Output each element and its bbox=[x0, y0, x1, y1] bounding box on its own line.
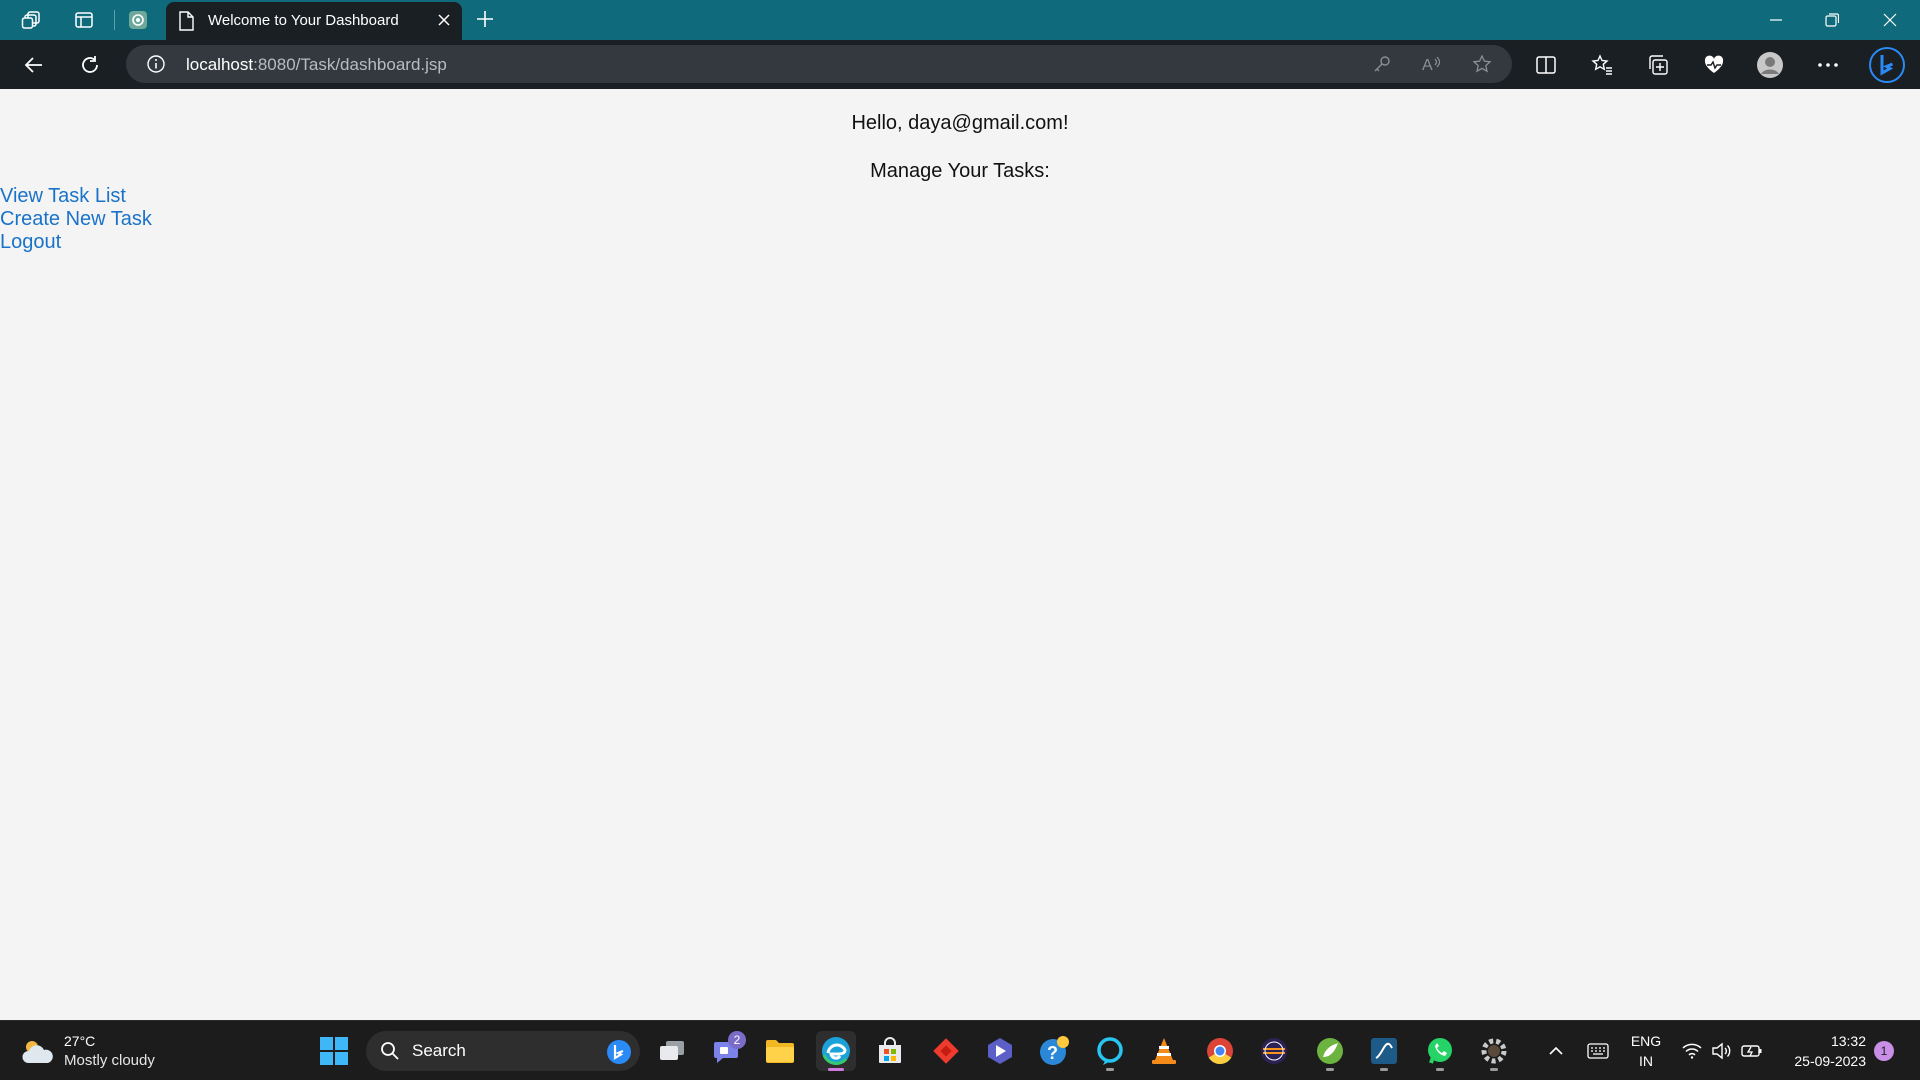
create-new-task-link[interactable]: Create New Task bbox=[0, 208, 152, 231]
mysql-workbench-icon[interactable] bbox=[1364, 1031, 1404, 1071]
get-help-icon[interactable]: ? bbox=[1034, 1031, 1074, 1071]
new-tab-icon[interactable] bbox=[474, 8, 496, 35]
split-screen-icon[interactable] bbox=[1532, 51, 1560, 79]
logout-link[interactable]: Logout bbox=[0, 231, 152, 254]
back-icon[interactable] bbox=[20, 51, 48, 79]
volume-icon[interactable] bbox=[1710, 1039, 1734, 1063]
vlc-icon[interactable] bbox=[1144, 1031, 1184, 1071]
password-key-icon[interactable] bbox=[1371, 53, 1393, 75]
url-host: localhost bbox=[186, 55, 254, 74]
language-code: ENG bbox=[1630, 1033, 1662, 1049]
dashboard-page: Hello, daya@gmail.com! Manage Your Tasks… bbox=[0, 89, 1920, 1020]
clock-date: 25-09-2023 bbox=[1794, 1053, 1866, 1069]
alexa-icon[interactable] bbox=[1090, 1031, 1130, 1071]
touch-keyboard-icon[interactable] bbox=[1586, 1039, 1610, 1063]
running-app-indicator bbox=[1380, 1068, 1388, 1071]
bing-icon bbox=[606, 1039, 632, 1070]
profile-avatar[interactable] bbox=[1756, 51, 1784, 79]
teams-badge: 2 bbox=[728, 1031, 746, 1049]
weather-temperature: 27°C bbox=[64, 1033, 96, 1049]
task-links: View Task List Create New Task Logout bbox=[0, 185, 152, 254]
notification-badge[interactable]: 1 bbox=[1874, 1041, 1894, 1061]
weather-condition: Mostly cloudy bbox=[64, 1052, 155, 1069]
read-aloud-icon[interactable]: A bbox=[1421, 53, 1443, 75]
minimize-icon[interactable] bbox=[1764, 8, 1788, 32]
clock-time: 13:32 bbox=[1830, 1033, 1866, 1049]
workspaces-icon[interactable] bbox=[20, 8, 44, 32]
browser-toolbar: localhost:8080/Task/dashboard.jsp A bbox=[0, 40, 1920, 89]
tab-title: Welcome to Your Dashboard bbox=[208, 12, 399, 29]
refresh-icon[interactable] bbox=[76, 51, 104, 79]
url-text[interactable]: localhost:8080/Task/dashboard.jsp bbox=[186, 55, 447, 75]
power-automate-icon[interactable] bbox=[980, 1031, 1020, 1071]
chatgpt-tab-icon[interactable] bbox=[126, 8, 150, 32]
tab-actions-icon[interactable] bbox=[72, 8, 96, 32]
running-app-indicator bbox=[1326, 1068, 1334, 1071]
page-icon bbox=[178, 11, 194, 36]
task-view-icon[interactable] bbox=[652, 1031, 692, 1071]
url-path: :8080/Task/dashboard.jsp bbox=[253, 55, 447, 74]
running-app-indicator bbox=[1436, 1068, 1444, 1071]
favorites-icon[interactable] bbox=[1588, 51, 1616, 79]
settings-gear-icon[interactable] bbox=[1474, 1031, 1514, 1071]
input-language[interactable]: ENG IN bbox=[1628, 1031, 1664, 1071]
show-hidden-icons-chevron-icon[interactable] bbox=[1544, 1039, 1568, 1063]
running-app-indicator bbox=[1106, 1068, 1114, 1071]
running-app-indicator bbox=[1490, 1068, 1498, 1071]
search-icon bbox=[380, 1041, 400, 1066]
tab-divider bbox=[114, 10, 115, 30]
view-task-list-link[interactable]: View Task List bbox=[0, 185, 152, 208]
copilot-bing-icon[interactable] bbox=[1868, 46, 1906, 84]
manage-heading: Manage Your Tasks: bbox=[870, 160, 1050, 182]
address-bar[interactable]: localhost:8080/Task/dashboard.jsp A bbox=[126, 45, 1512, 83]
collections-icon[interactable] bbox=[1644, 51, 1672, 79]
close-tab-icon[interactable] bbox=[436, 12, 452, 33]
taskbar-search[interactable]: Search bbox=[366, 1031, 640, 1071]
search-label: Search bbox=[412, 1041, 466, 1060]
system-clock[interactable]: 13:32 25-09-2023 bbox=[1776, 1031, 1866, 1071]
greeting-text: Hello, daya@gmail.com! bbox=[851, 112, 1069, 134]
windows-taskbar: 27°C Mostly cloudy Search 2 ? ENG IN 13:… bbox=[0, 1020, 1920, 1080]
active-app-indicator bbox=[828, 1068, 844, 1071]
wifi-icon[interactable] bbox=[1680, 1039, 1704, 1063]
spring-tool-suite-icon[interactable] bbox=[1310, 1031, 1350, 1071]
site-info-icon[interactable] bbox=[146, 54, 166, 79]
browser-essentials-icon[interactable] bbox=[1700, 51, 1728, 79]
teams-chat-icon[interactable]: 2 bbox=[706, 1031, 746, 1071]
file-explorer-icon[interactable] bbox=[760, 1031, 800, 1071]
edge-browser-icon[interactable] bbox=[816, 1031, 856, 1071]
eclipse-icon[interactable] bbox=[1254, 1031, 1294, 1071]
whatsapp-icon[interactable] bbox=[1420, 1031, 1460, 1071]
restore-icon[interactable] bbox=[1820, 8, 1844, 32]
favorite-star-icon[interactable] bbox=[1471, 53, 1493, 75]
close-window-icon[interactable] bbox=[1878, 8, 1902, 32]
browser-tab-strip: Welcome to Your Dashboard bbox=[0, 0, 1920, 40]
language-region: IN bbox=[1639, 1053, 1653, 1069]
start-button[interactable] bbox=[314, 1031, 354, 1071]
svg-text:?: ? bbox=[1047, 1043, 1058, 1063]
chrome-icon[interactable] bbox=[1200, 1031, 1240, 1071]
more-options-icon[interactable] bbox=[1814, 51, 1842, 79]
battery-icon[interactable] bbox=[1740, 1039, 1764, 1063]
weather-widget[interactable]: 27°C Mostly cloudy bbox=[20, 1031, 180, 1071]
microsoft-store-icon[interactable] bbox=[870, 1031, 910, 1071]
tab-dashboard[interactable]: Welcome to Your Dashboard bbox=[166, 2, 462, 40]
svg-text:A: A bbox=[1422, 57, 1433, 74]
anydesk-icon[interactable] bbox=[926, 1031, 966, 1071]
cloudy-weather-icon bbox=[20, 1037, 56, 1072]
